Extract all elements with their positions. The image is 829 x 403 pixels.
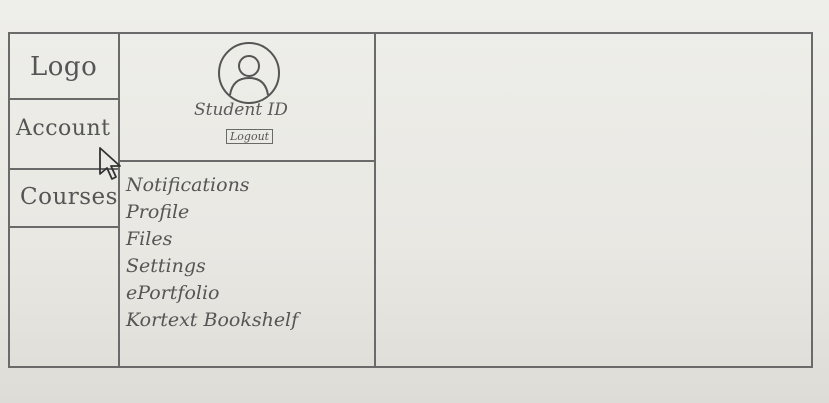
logo[interactable]: Logo <box>10 34 120 100</box>
account-menu: Student ID Logout Notifications Profile … <box>120 34 376 366</box>
student-id: Student ID <box>194 100 288 120</box>
menu-item-notifications[interactable]: Notifications <box>126 174 298 201</box>
menu-item-profile[interactable]: Profile <box>126 201 298 228</box>
app-window: Logo Account Courses Student ID Logout N… <box>8 32 813 368</box>
account-menu-list: Notifications Profile Files Settings ePo… <box>126 174 298 336</box>
profile-header: Student ID Logout <box>120 34 374 162</box>
menu-item-settings[interactable]: Settings <box>126 255 298 282</box>
menu-item-eportfolio[interactable]: ePortfolio <box>126 282 298 309</box>
user-icon <box>218 42 280 104</box>
menu-item-kortext-bookshelf[interactable]: Kortext Bookshelf <box>126 309 298 336</box>
logout-button[interactable]: Logout <box>226 129 274 144</box>
menu-item-files[interactable]: Files <box>126 228 298 255</box>
global-nav: Logo Account Courses <box>10 34 121 366</box>
main-content <box>376 34 811 366</box>
